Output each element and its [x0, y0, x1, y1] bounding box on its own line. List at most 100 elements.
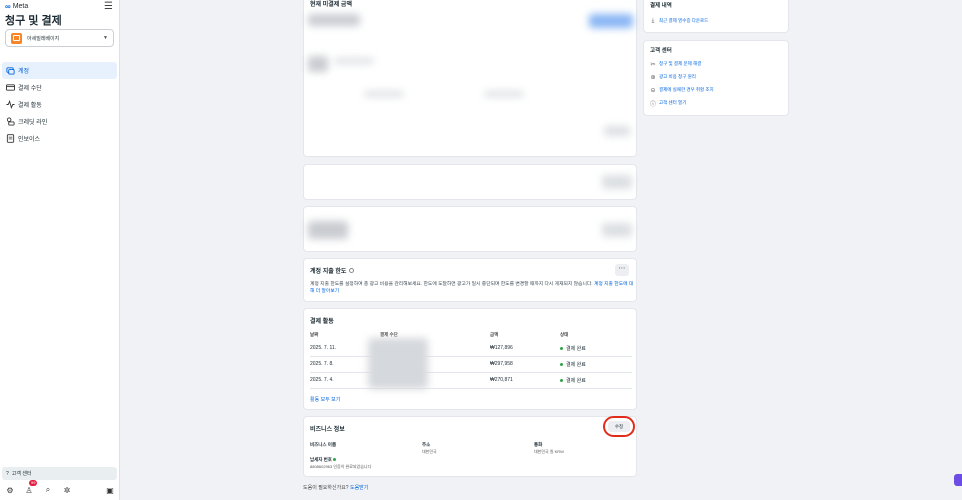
table-row[interactable]: 2025. 7. 8. ₩297,958 결제 완료	[310, 357, 632, 373]
tax-id-label-text: 납세자 번호	[310, 457, 332, 462]
bug-icon[interactable]: ✲	[62, 485, 72, 495]
link-label: 청구 및 결제 문제 해결	[659, 61, 702, 66]
blurred-content	[308, 221, 348, 239]
row-date: 2025. 7. 8.	[310, 361, 334, 367]
ad-account-name: 아세밀레베이지	[27, 35, 60, 42]
customer-center-title: 고객 센터	[650, 48, 672, 54]
verified-dot	[333, 458, 337, 462]
warning-icon: ⊝	[650, 87, 656, 94]
link-label: 결제에 실패한 경우 취할 조치	[659, 87, 714, 92]
ad-billing-principles-link[interactable]: ⊛ 광고 비용 청구 원리	[650, 74, 696, 81]
accounts-icon	[5, 66, 15, 76]
row-amount: ₩127,896	[490, 345, 513, 351]
see-all-activity-link[interactable]: 활동 모두 보기	[310, 396, 340, 403]
invoice-icon	[5, 134, 15, 144]
notifications-icon[interactable]: ♙ 99	[24, 480, 38, 495]
tax-id-value: 8808602963 인증이 완료되었습니다	[310, 464, 372, 469]
brand-name: Meta	[12, 3, 29, 10]
blurred-payment-method	[368, 338, 428, 389]
meta-logo[interactable]: ∞ Meta	[5, 2, 28, 11]
status-label: 결제 완료	[566, 346, 586, 352]
unpaid-amount-card: 현재 미결제 금액	[303, 0, 637, 157]
failed-payment-actions-link[interactable]: ⊝ 결제에 실패한 경우 취할 조치	[650, 87, 714, 94]
blurred-card	[303, 206, 637, 252]
spending-limit-header: 계정 지출 한도	[310, 266, 355, 275]
open-help-center-link[interactable]: ⓘ 고객 센터 열기	[650, 100, 687, 108]
search-icon[interactable]: ⌕	[43, 485, 53, 495]
spending-limit-card: 계정 지출 한도 ⋯ 계정 지출 한도를 설정하여 총 광고 비용을 관리해보세…	[303, 258, 637, 302]
sidebar-nav: 계정 결제 수단 결제 활동 크레딧 라인 인보이스	[2, 62, 117, 147]
sidebar-item-label: 크레딧 라인	[18, 120, 48, 126]
currency-label: 통화	[534, 442, 543, 447]
sidebar-item-credit-line[interactable]: 크레딧 라인	[2, 113, 117, 130]
spending-limit-title: 계정 지출 한도	[310, 269, 347, 275]
address-value: 대한민국	[422, 449, 437, 454]
business-account-icon	[11, 32, 22, 44]
wrench-icon: ✂	[650, 61, 656, 68]
download-icon: ⤓	[651, 17, 655, 24]
link-label: 광고 비용 청구 원리	[659, 74, 696, 79]
row-date: 2025. 7. 11.	[310, 345, 337, 351]
currency-value: 대한민국 원 KRW	[534, 449, 564, 454]
table-header: 날짜 결제 수단 금액 상태	[310, 331, 632, 340]
status-dot	[560, 347, 563, 351]
edit-button-highlight	[603, 416, 635, 437]
sidebar-item-payment-methods[interactable]: 결제 수단	[2, 79, 117, 96]
blurred-content	[308, 14, 360, 26]
row-status: 결제 완료	[560, 361, 586, 368]
sidebar-item-accounts[interactable]: 계정	[2, 62, 117, 79]
address-label: 주소	[422, 442, 431, 447]
status-dot	[560, 379, 563, 383]
blurred-content	[602, 223, 632, 237]
business-info-card: 비즈니스 정보 수정 비즈니스 이름 주소 대한민국 통화 대한민국 원 KRW…	[303, 416, 637, 477]
blurred-content	[602, 175, 632, 189]
unpaid-amount-title: 현재 미결제 금액	[310, 2, 352, 8]
table-row[interactable]: 2025. 7. 11. ₩127,896 결제 완료	[310, 341, 632, 357]
link-label: 고객 센터 열기	[659, 100, 687, 105]
row-status: 결제 완료	[560, 345, 586, 352]
row-amount: ₩297,958	[490, 361, 513, 367]
chat-icon[interactable]	[954, 474, 962, 486]
activity-icon	[5, 100, 15, 110]
get-help-link[interactable]: 도움받기	[350, 485, 368, 491]
column-header-amount: 금액	[490, 332, 499, 337]
sidebar-item-payment-activity[interactable]: 결제 활동	[2, 96, 117, 113]
blurred-button	[589, 14, 633, 28]
status-label: 결제 완료	[566, 378, 586, 384]
payment-history-title: 결제 내역	[650, 3, 672, 9]
sidebar-footer: ⚙ ♙ 99 ⌕ ✲ ▣	[5, 480, 115, 495]
blurred-card	[303, 164, 637, 200]
blurred-content	[334, 58, 374, 64]
sidebar-item-label: 계정	[18, 69, 30, 75]
payment-activity-card: 결제 활동 날짜 결제 수단 금액 상태 2025. 7. 11. ₩127,8…	[303, 308, 637, 410]
settings-icon[interactable]: ⚙	[5, 485, 15, 495]
column-header-status: 상태	[560, 332, 569, 337]
blurred-content	[364, 91, 404, 97]
status-label: 결제 완료	[566, 362, 586, 368]
business-info-title: 비즈니스 정보	[310, 427, 345, 433]
blurred-content	[308, 56, 328, 72]
menu-icon[interactable]: ☰	[104, 1, 113, 12]
download-receipts-link[interactable]: ⤓ 최근 결제 영수증 다운로드	[650, 17, 709, 24]
payment-activity-title: 결제 활동	[310, 319, 334, 325]
info-icon[interactable]	[349, 268, 355, 273]
help-footer-text: 도움이 필요하신가요?	[303, 485, 349, 491]
column-header-date: 날짜	[310, 332, 319, 337]
troubleshoot-billing-link[interactable]: ✂ 청구 및 결제 문제 해결	[650, 61, 702, 68]
sidebar-item-label: 결제 수단	[18, 86, 42, 92]
sidebar-item-label: 결제 활동	[18, 103, 42, 109]
help-center-label: 고객 센터	[11, 471, 32, 477]
caret-down-icon: ▼	[103, 35, 108, 41]
ad-account-selector[interactable]: 아세밀레베이지 ▼	[5, 29, 114, 47]
help-center-button[interactable]: ? 고객 센터	[2, 467, 117, 480]
payment-history-card: 결제 내역 ⤓ 최근 결제 영수증 다운로드	[643, 0, 789, 33]
panel-toggle-icon[interactable]: ▣	[105, 485, 115, 495]
sidebar-item-invoices[interactable]: 인보이스	[2, 130, 117, 147]
tax-id-label: 납세자 번호	[310, 457, 339, 463]
sidebar: ∞ Meta ☰ 청구 및 결제 아세밀레베이지 ▼ 계정 결제 수단 결제 활…	[0, 0, 120, 500]
table-row[interactable]: 2025. 7. 4. ₩270,871 결제 완료	[310, 373, 632, 389]
blurred-content	[604, 126, 630, 136]
more-options-button[interactable]: ⋯	[615, 264, 629, 276]
credit-card-icon	[5, 83, 15, 93]
download-receipts-label: 최근 결제 영수증 다운로드	[659, 18, 709, 23]
